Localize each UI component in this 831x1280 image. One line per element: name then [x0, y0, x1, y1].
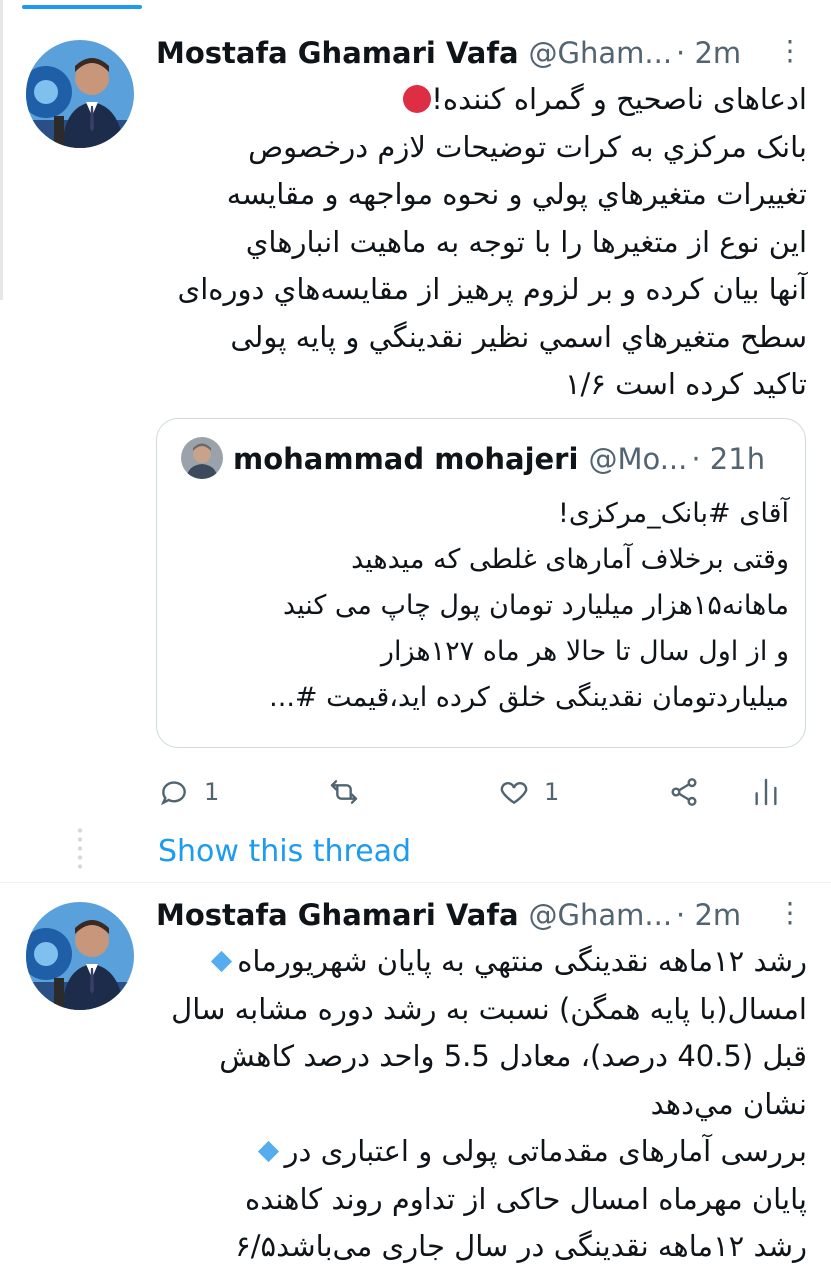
- more-dots-icon[interactable]: ⋮: [776, 896, 804, 929]
- show-thread-link[interactable]: Show this thread: [158, 834, 411, 869]
- thread-connector: [78, 826, 82, 870]
- quoted-timestamp: · 21h: [691, 442, 766, 476]
- reply-button[interactable]: 1: [158, 770, 219, 814]
- timestamp[interactable]: · 2m: [676, 898, 741, 932]
- heart-icon: [500, 782, 528, 805]
- tweet-line: سطح متغيرهاي اسمي نظير نقدينگي و پايه پو…: [230, 319, 807, 354]
- author-name[interactable]: Mostafa Ghamari Vafa: [156, 36, 519, 70]
- quoted-tweet-text: آقای #بانک_مرکزی! وقتی برخلاف آمارهای غل…: [175, 491, 789, 721]
- quoted-line: وقتی برخلاف آمارهای غلطی که میدهید: [351, 544, 789, 575]
- quoted-author-handle: @Mo...: [588, 442, 688, 476]
- author-name[interactable]: Mostafa Ghamari Vafa: [156, 898, 519, 932]
- share-icon: [671, 778, 697, 806]
- analytics-icon: [755, 778, 777, 806]
- tweet-header: Mostafa Ghamari Vafa @Gham... · 2m: [156, 892, 741, 938]
- tweet-line: نشان مي‌دهد: [650, 1086, 807, 1121]
- tweet-line: بانک مرکزي به کرات توضيحات لازم درخصوص: [248, 129, 807, 164]
- quoted-line: ماهانه۱۵هزار میلیارد تومان پول چاپ می کن…: [282, 590, 789, 621]
- quoted-author-avatar: [181, 437, 223, 479]
- blue-diamond-icon: [258, 1140, 280, 1163]
- tweet-line: تغييرات متغيرهاي پولي و نحوه مواجهه و مق…: [226, 177, 807, 211]
- like-button[interactable]: 1: [498, 770, 559, 814]
- quoted-tweet-header: mohammad mohajeri @Mo... · 21h: [233, 437, 765, 481]
- tweet-header: Mostafa Ghamari Vafa @Gham... · 2m: [156, 30, 741, 76]
- tweet-line: ادعاهای ناصحیح و گمراه کننده!: [431, 82, 807, 116]
- tweet-line: اين نوع از متغيرها را با توجه به ماهيت ا…: [245, 224, 807, 259]
- share-button[interactable]: [668, 770, 700, 814]
- author-handle[interactable]: @Gham...: [529, 36, 673, 70]
- tweet-actions: 1 1: [150, 770, 800, 814]
- scroll-indicator: [22, 5, 142, 9]
- left-edge-shadow: [0, 0, 3, 300]
- tweet-divider: [0, 882, 831, 883]
- blue-diamond-icon: [211, 950, 233, 973]
- tweet-line: رشد ۱۲ماهه نقدينگی منتهي به پايان شهريور…: [237, 944, 807, 978]
- retweet-button[interactable]: [328, 770, 374, 814]
- tweet-line: امسال(با پايه همگن) نسبت به رشد دوره مشا…: [171, 991, 807, 1026]
- reply-count: 1: [204, 778, 220, 806]
- analytics-button[interactable]: [750, 770, 782, 814]
- like-count: 1: [544, 778, 560, 806]
- tweet-line: رشد ۱۲ماهه نقدینگی در سال جاری می‌باشد۶/…: [235, 1229, 807, 1263]
- quoted-line: میلیاردتومان نقدینگی خلق کرده اید،قیمت #…: [269, 682, 789, 713]
- tweet-text: رشد ۱۲ماهه نقدينگی منتهي به پايان شهريور…: [150, 938, 807, 1271]
- quoted-line: آقای #بانک_مرکزی!: [558, 498, 789, 529]
- retweet-icon: [330, 780, 358, 804]
- tweet-text: ادعاهای ناصحیح و گمراه کننده! بانک مرکزي…: [150, 76, 807, 409]
- tweet-line: قبل (40.5 درصد)، معادل 5.5 واحد درصد کاه…: [219, 1039, 807, 1073]
- tweet-line: تاکيد کرده است ۱/۶: [564, 367, 807, 401]
- tweet-line: آنها بيان کرده و بر لزوم پرهيز از مقايسه…: [177, 272, 807, 306]
- author-handle[interactable]: @Gham...: [529, 898, 673, 932]
- quoted-author-name: mohammad mohajeri: [233, 442, 579, 476]
- red-circle-icon: [403, 85, 432, 113]
- quoted-line: و از اول سال تا حالا هر ماه ۱۲۷هزار: [380, 636, 789, 667]
- author-avatar[interactable]: [26, 40, 134, 148]
- quoted-tweet[interactable]: mohammad mohajeri @Mo... · 21h آقای #بان…: [156, 418, 806, 748]
- tweet-line: پایان مهرماه امسال حاکی از تداوم روند کا…: [245, 1181, 807, 1216]
- tweet-line: بررسی آمارهای مقدماتی پولی و اعتباری در: [284, 1134, 807, 1168]
- more-dots-icon[interactable]: ⋮: [776, 34, 804, 67]
- timestamp[interactable]: · 2m: [676, 36, 741, 70]
- author-avatar[interactable]: [26, 902, 134, 1010]
- reply-icon: [160, 781, 186, 806]
